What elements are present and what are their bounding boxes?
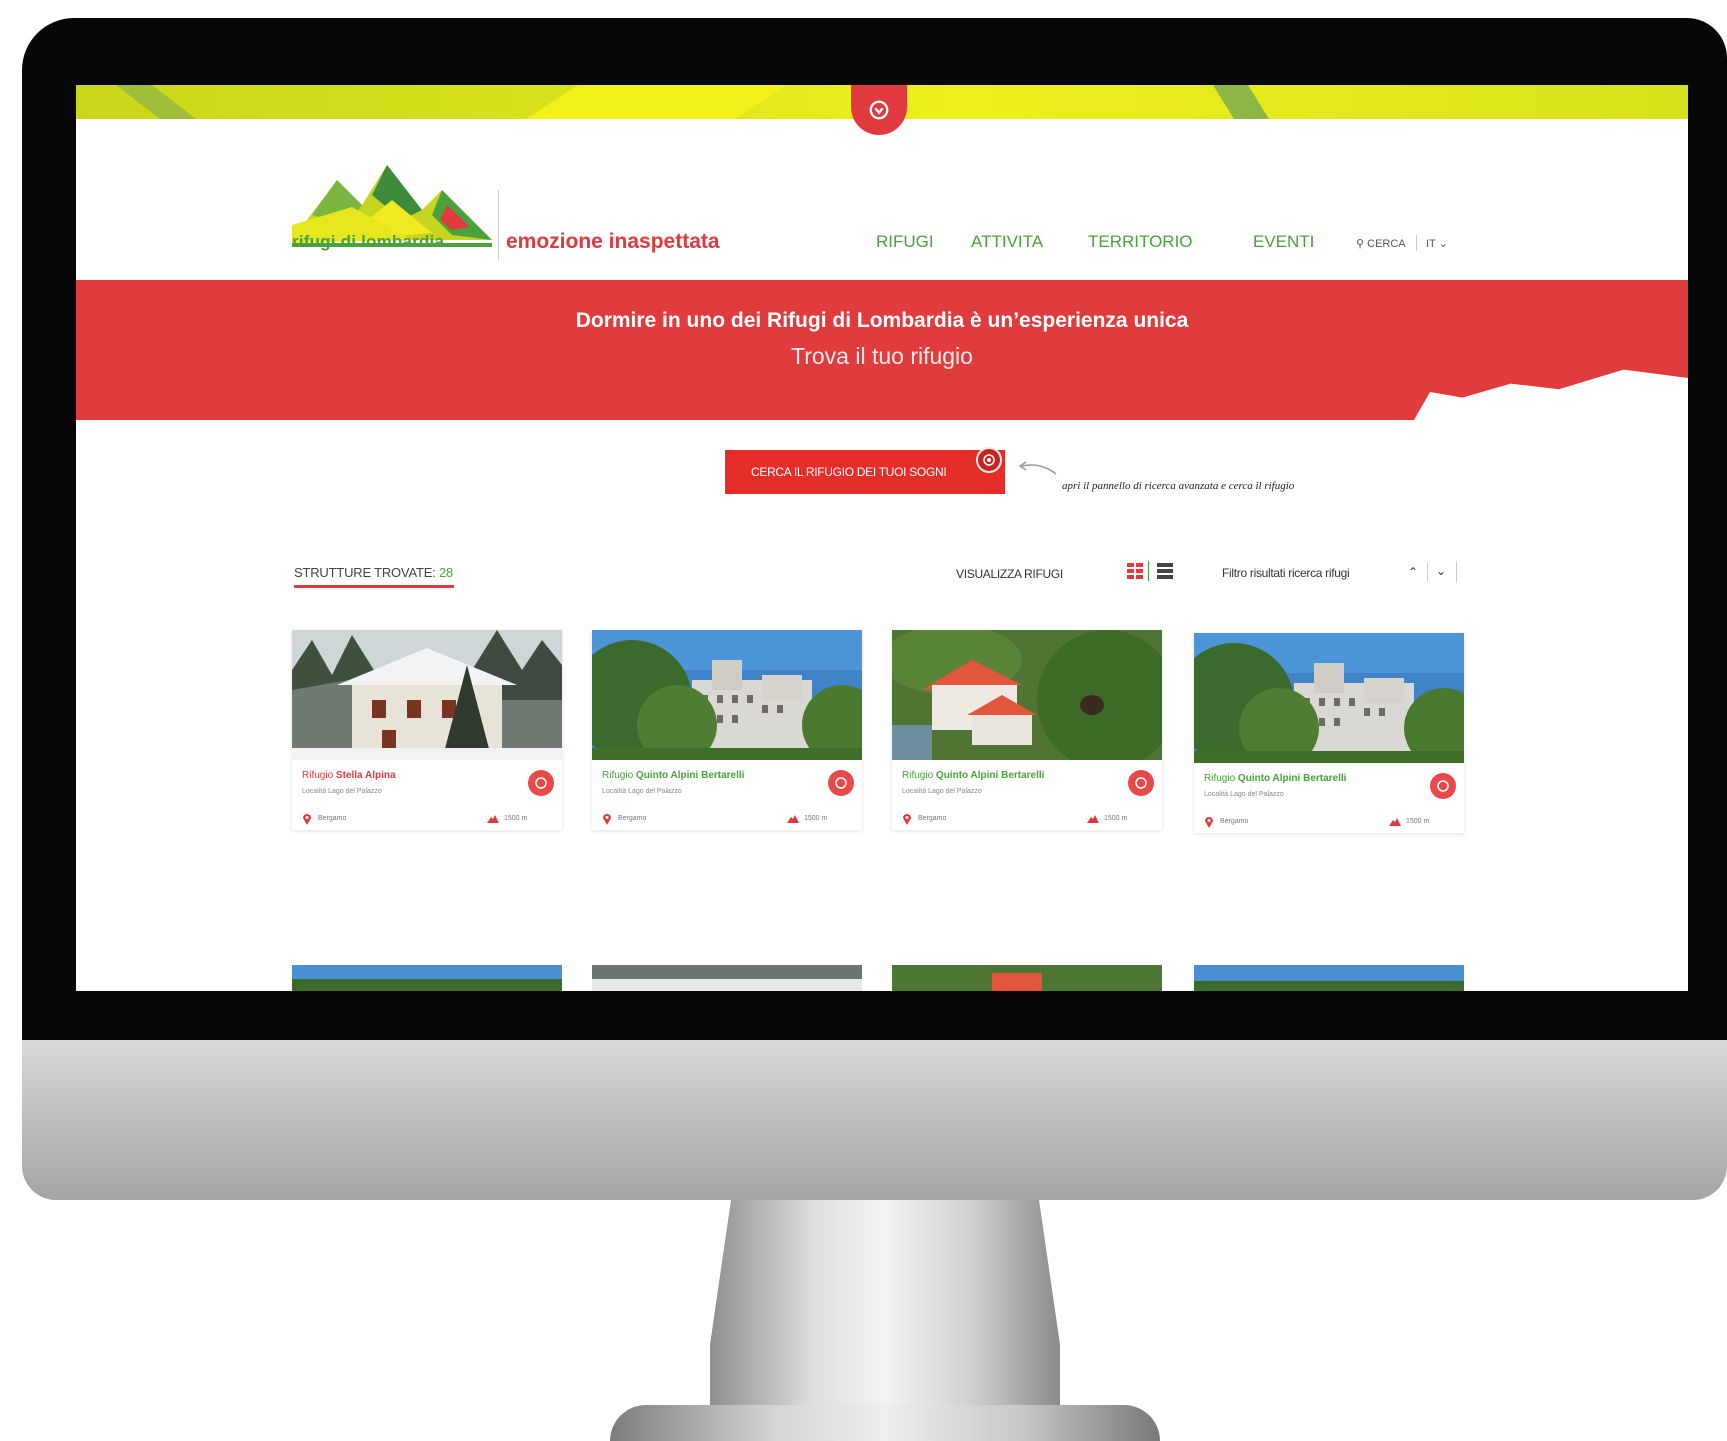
monitor-mockup: rifugi di lombardia emozione inaspettata… — [0, 0, 1727, 1441]
refuge-card-peek[interactable] — [892, 965, 1162, 991]
target-icon — [976, 447, 1002, 473]
nav-eventi[interactable]: EVENTI — [1253, 232, 1314, 252]
search-label: CERCA — [1367, 238, 1406, 250]
nav-attivita[interactable]: ATTIVITA — [971, 232, 1043, 252]
tagline: emozione inaspettata — [506, 230, 720, 253]
filter-label[interactable]: Filtro risultati ricerca rifugi — [1222, 566, 1350, 580]
chevron-down-icon[interactable]: ⌄ — [1436, 564, 1446, 578]
location-pin-icon — [603, 814, 611, 825]
mountain-icon — [487, 815, 499, 823]
chevron-down-icon: ⌄ — [1438, 238, 1448, 250]
refuge-card-peek[interactable] — [592, 965, 862, 991]
refuge-card[interactable]: Rifugio Quinto Alpini Bertarelli Localit… — [592, 630, 862, 830]
refuge-locality: Località Lago del Palazzo — [602, 788, 682, 795]
refuge-province: Bergamo — [1220, 818, 1249, 825]
website-screen: rifugi di lombardia emozione inaspettata… — [76, 85, 1688, 991]
refuge-province: Bergamo — [318, 815, 347, 822]
refuge-card[interactable]: Rifugio Quinto Alpini Bertarelli Localit… — [892, 630, 1162, 830]
arrow-left-icon — [1018, 461, 1057, 475]
refuge-province: Bergamo — [618, 815, 647, 822]
refuge-name: Rifugio Quinto Alpini Bertarelli — [902, 770, 1045, 781]
refuge-altitude: 1500 m — [1104, 815, 1128, 822]
list-view-icon[interactable] — [1156, 562, 1174, 580]
refuge-photo-snow — [292, 630, 562, 760]
refuge-name: Rifugio Stella Alpina — [302, 770, 396, 781]
refuge-photo-building — [1194, 633, 1464, 763]
refuge-locality: Località Lago del Palazzo — [302, 788, 382, 795]
refuge-locality: Località Lago del Palazzo — [902, 788, 982, 795]
search-dream-refuge-button[interactable]: CERCA IL RIFUGIO DEI TUOI SOGNI — [725, 450, 1005, 494]
chevron-up-icon[interactable]: ⌃ — [1408, 565, 1418, 579]
refuge-card[interactable]: Rifugio Stella Alpina Località Lago del … — [292, 630, 562, 830]
favorite-icon[interactable] — [828, 770, 854, 796]
refuge-card-peek[interactable] — [292, 965, 562, 991]
nav-territorio[interactable]: TERRITORIO — [1088, 232, 1193, 252]
favorite-icon[interactable] — [528, 770, 554, 796]
filter-divider — [1427, 563, 1428, 581]
location-pin-icon — [1205, 817, 1213, 828]
cta-hint: apri il pannello di ricerca avanzata e c… — [1062, 480, 1295, 492]
lang-divider — [1416, 235, 1417, 251]
mountain-icon — [1389, 818, 1401, 826]
mountain-icon — [1087, 815, 1099, 823]
language-selector[interactable]: IT ⌄ — [1426, 237, 1448, 250]
refuge-altitude: 1500 m — [504, 815, 528, 822]
refuge-photo-building — [592, 630, 862, 760]
favorite-icon[interactable] — [1128, 770, 1154, 796]
hero-subtitle: Trova il tuo rifugio — [791, 343, 973, 369]
filter-end-divider — [1456, 561, 1457, 583]
header-divider — [498, 190, 499, 260]
grid-view-icon[interactable] — [1126, 562, 1144, 580]
refuge-photo-redroof — [892, 630, 1162, 760]
favorite-icon[interactable] — [1430, 773, 1456, 799]
refuge-card-peek[interactable] — [1194, 965, 1464, 991]
refuge-altitude: 1500 m — [804, 815, 828, 822]
logo-wordmark: rifugi di lombardia — [292, 232, 445, 251]
hero-title: Dormire in uno dei Rifugi di Lombardia è… — [575, 309, 1189, 332]
refuge-locality: Località Lago del Palazzo — [1204, 791, 1284, 798]
view-divider — [1148, 561, 1149, 581]
location-pin-icon — [903, 814, 911, 825]
view-label: VISUALIZZA RIFUGI — [956, 567, 1063, 581]
monitor-stand-base — [610, 1405, 1160, 1441]
refuge-altitude: 1500 m — [1406, 818, 1430, 825]
refuge-province: Bergamo — [918, 815, 947, 822]
heart-badge-icon[interactable] — [851, 85, 907, 135]
results-underline — [294, 585, 454, 588]
search-icon: ⚲ — [1356, 238, 1365, 250]
results-count: STRUTTURE TROVATE: 28 — [294, 565, 454, 580]
refuge-name: Rifugio Quinto Alpini Bertarelli — [1204, 773, 1347, 784]
mountain-icon — [787, 815, 799, 823]
search-button[interactable]: ⚲ CERCA — [1356, 237, 1406, 250]
location-pin-icon — [303, 814, 311, 825]
refuge-card[interactable]: Rifugio Quinto Alpini Bertarelli Localit… — [1194, 633, 1464, 833]
monitor-chin — [22, 1040, 1727, 1200]
refuge-name: Rifugio Quinto Alpini Bertarelli — [602, 770, 745, 781]
nav-rifugi[interactable]: RIFUGI — [876, 232, 934, 252]
